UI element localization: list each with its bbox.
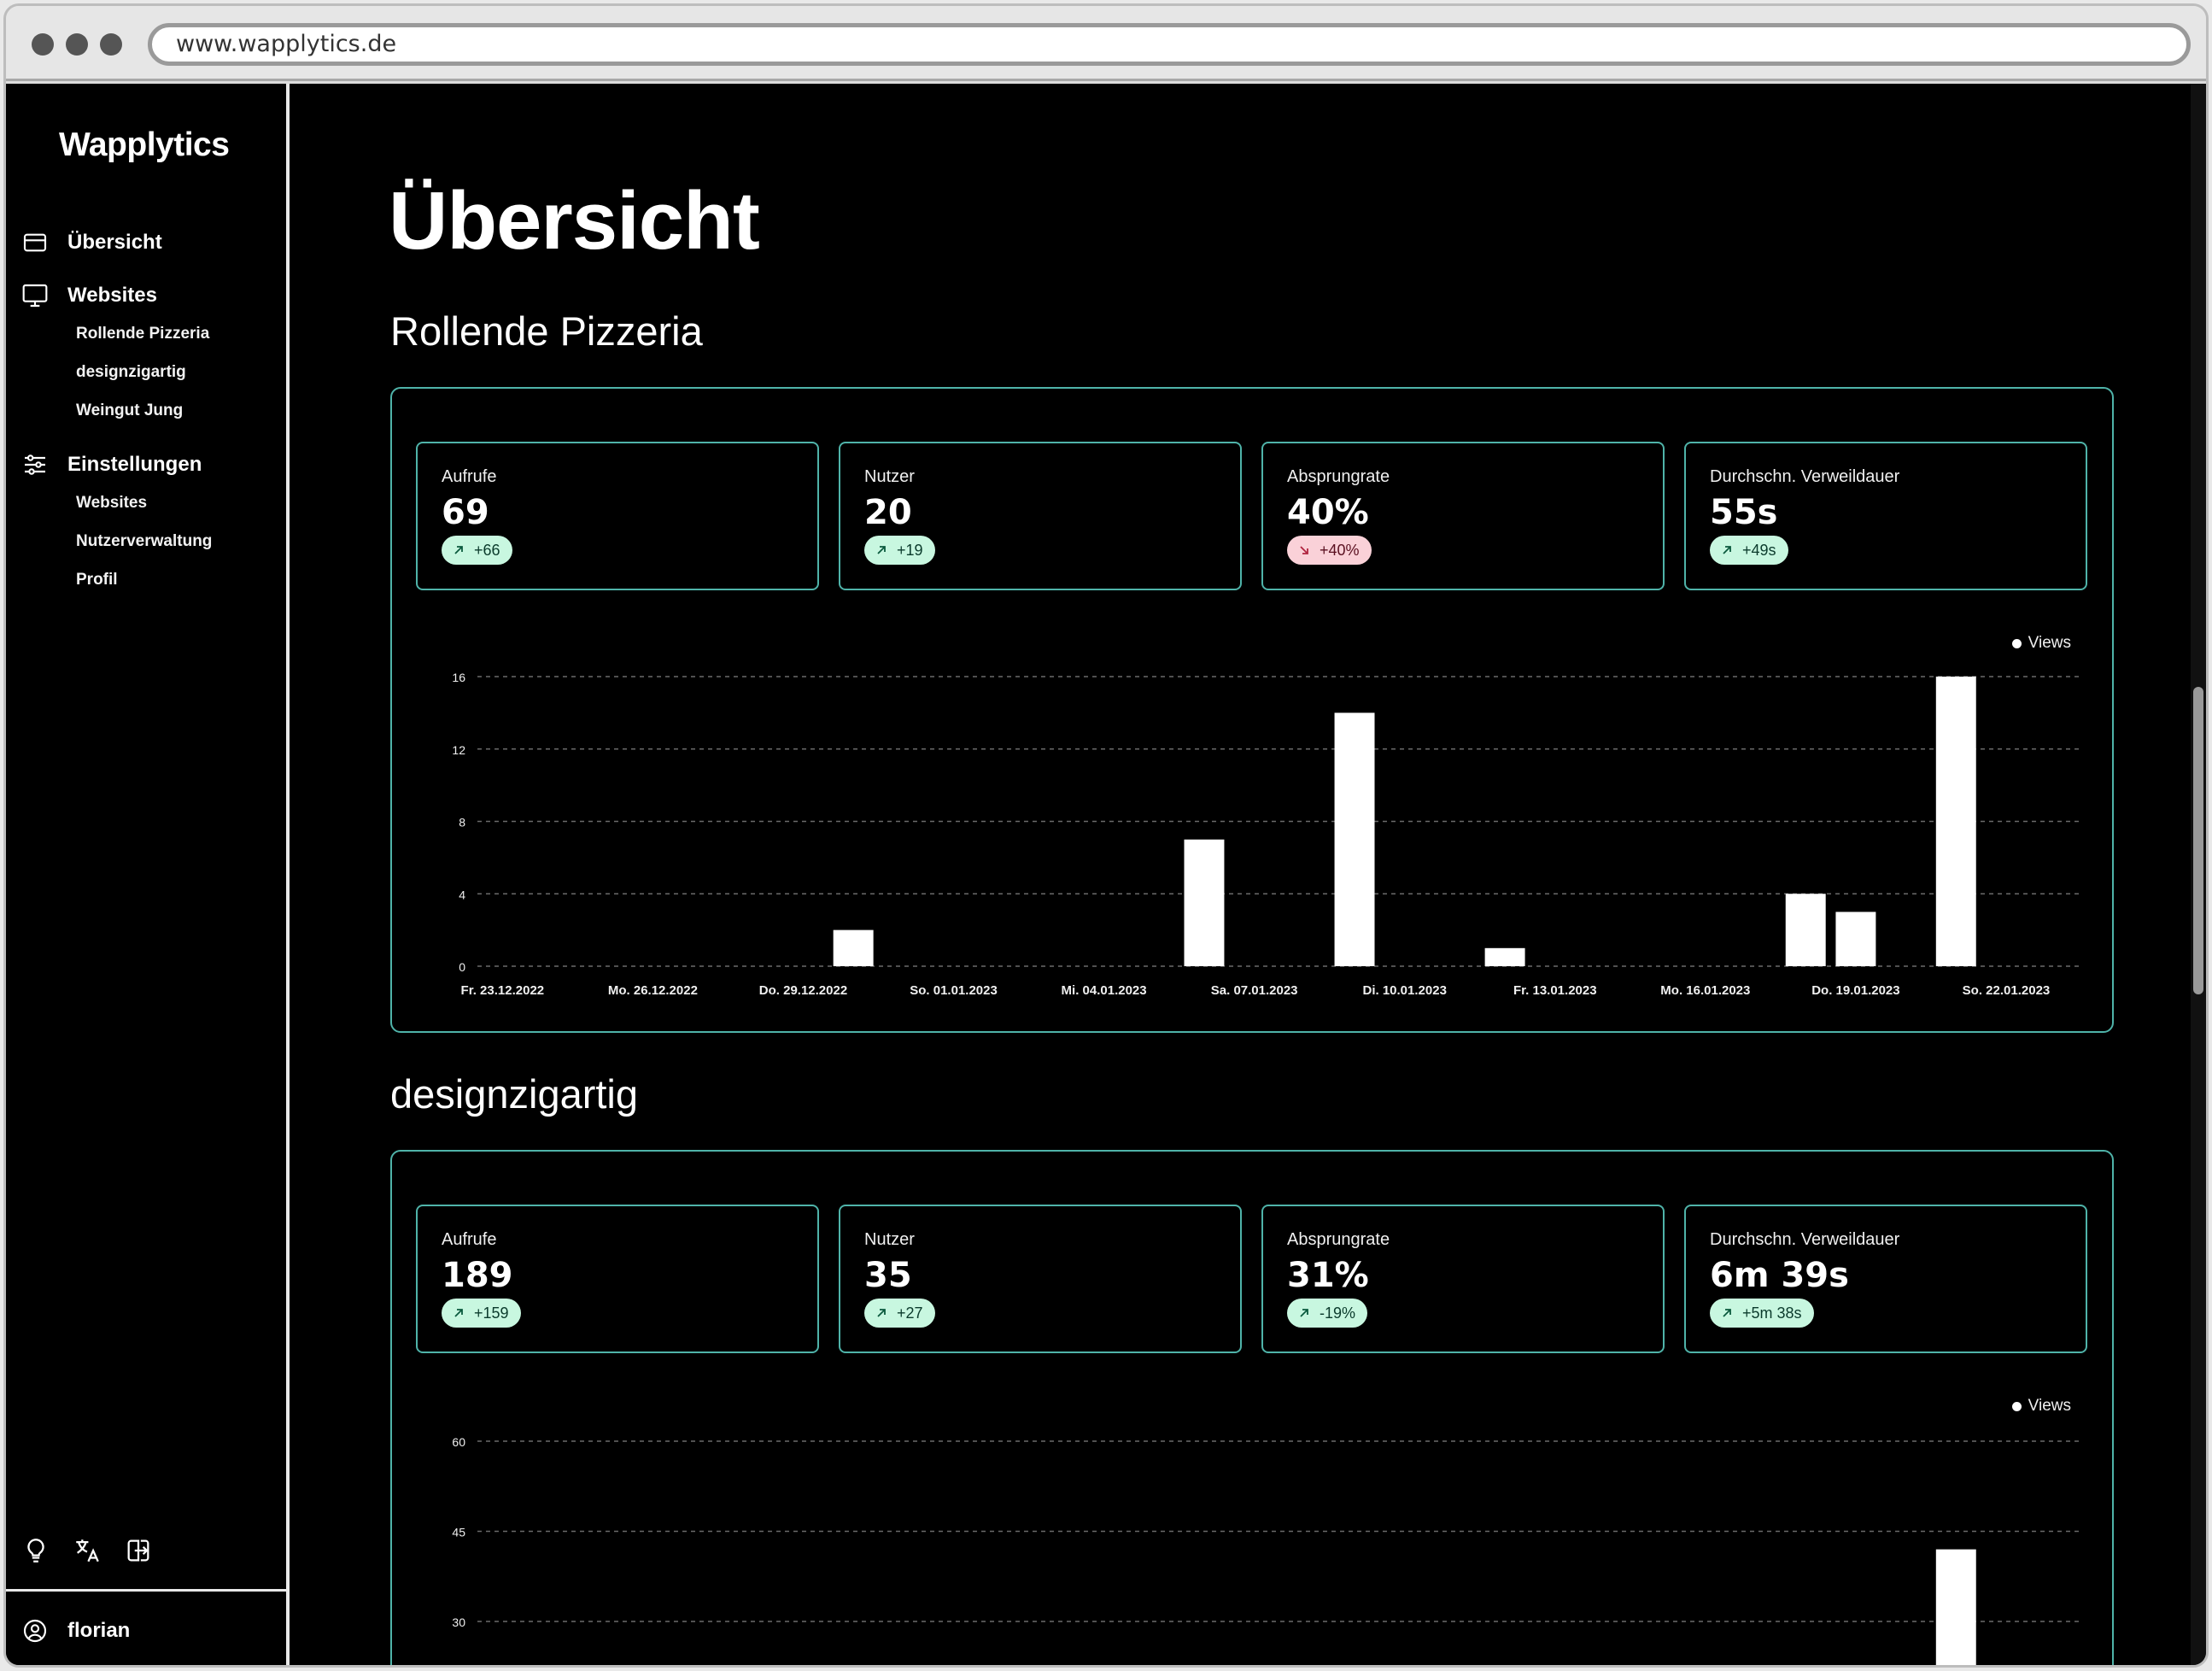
site-title-rollende-pizzeria: Rollende Pizzeria bbox=[390, 308, 703, 354]
x-tick-label: Mo. 26.12.2022 bbox=[608, 983, 698, 998]
lightbulb-icon[interactable] bbox=[21, 1536, 50, 1565]
nav-overview-label: Übersicht bbox=[67, 231, 162, 254]
main-content: Übersicht Rollende Pizzeria Aufrufe 69 +… bbox=[293, 84, 2191, 1665]
nav-item-websites[interactable]: Websites bbox=[21, 282, 157, 309]
x-tick-label: Do. 19.01.2023 bbox=[1811, 983, 1899, 998]
y-tick-label: 8 bbox=[459, 816, 465, 830]
x-tick-label: So. 01.01.2023 bbox=[910, 983, 998, 998]
browser-window: www.wapplytics.de Wapplytics Übersicht W… bbox=[3, 3, 2209, 1668]
inbox-icon bbox=[23, 233, 47, 252]
sidebar-divider bbox=[6, 1589, 286, 1592]
x-tick-label: Fr. 13.01.2023 bbox=[1513, 983, 1597, 998]
y-tick-label: 60 bbox=[452, 1435, 465, 1449]
sidebar-website-designzigartig[interactable]: designzigartig bbox=[76, 363, 186, 382]
nav-websites-label: Websites bbox=[67, 284, 157, 307]
page-scrollbar[interactable] bbox=[2191, 84, 2206, 1665]
x-tick-label: Sa. 07.01.2023 bbox=[1211, 983, 1298, 998]
bar bbox=[1484, 947, 1525, 966]
user-menu[interactable]: florian bbox=[21, 1617, 130, 1645]
sliders-icon bbox=[25, 454, 45, 475]
site-card-rollende-pizzeria: Aufrufe 69 +66 Nutzer 20 +19 Absprungrat… bbox=[390, 387, 2114, 1033]
bar bbox=[1835, 912, 1876, 966]
site-card-designzigartig: Aufrufe 189 +159 Nutzer 35 +27 Absprungr… bbox=[390, 1150, 2114, 1665]
y-tick-label: 12 bbox=[452, 743, 465, 757]
window-maximize-button[interactable] bbox=[100, 33, 122, 56]
user-circle-icon bbox=[23, 1619, 47, 1643]
bar bbox=[1935, 677, 1976, 966]
x-tick-label: Mi. 04.01.2023 bbox=[1062, 983, 1147, 998]
sidebar-settings-profile[interactable]: Profil bbox=[76, 571, 118, 589]
bar bbox=[1935, 1549, 1976, 1665]
site-title-designzigartig: designzigartig bbox=[390, 1071, 639, 1117]
sidebar: Wapplytics Übersicht Websites Rollende P… bbox=[6, 84, 290, 1665]
y-tick-label: 30 bbox=[452, 1615, 465, 1629]
window-minimize-button[interactable] bbox=[66, 33, 88, 56]
nav-settings-label: Einstellungen bbox=[67, 453, 202, 476]
logout-icon[interactable] bbox=[124, 1536, 153, 1565]
sidebar-bottom-actions bbox=[21, 1536, 153, 1565]
sidebar-website-weingut-jung[interactable]: Weingut Jung bbox=[76, 402, 183, 420]
username: florian bbox=[67, 1619, 131, 1642]
y-tick-label: 0 bbox=[459, 960, 465, 974]
bar bbox=[1334, 712, 1375, 966]
window-close-button[interactable] bbox=[32, 33, 54, 56]
x-tick-label: So. 22.01.2023 bbox=[1963, 983, 2051, 998]
x-tick-label: Mo. 16.01.2023 bbox=[1660, 983, 1750, 998]
monitor-icon bbox=[22, 284, 48, 308]
sidebar-settings-websites[interactable]: Websites bbox=[76, 494, 147, 513]
bar bbox=[1785, 894, 1826, 966]
y-tick-label: 4 bbox=[459, 888, 465, 901]
sidebar-website-rollende-pizzeria[interactable]: Rollende Pizzeria bbox=[76, 325, 209, 343]
page-viewport: Wapplytics Übersicht Websites Rollende P… bbox=[6, 84, 2206, 1665]
x-tick-label: Do. 29.12.2022 bbox=[759, 983, 847, 998]
views-bar-chart: 15304560 bbox=[452, 1435, 2081, 1665]
address-bar[interactable]: www.wapplytics.de bbox=[148, 23, 2191, 66]
x-tick-label: Di. 10.01.2023 bbox=[1363, 983, 1447, 998]
sidebar-settings-user-management[interactable]: Nutzerverwaltung bbox=[76, 532, 212, 551]
nav-item-settings[interactable]: Einstellungen bbox=[21, 451, 202, 478]
y-tick-label: 45 bbox=[452, 1526, 465, 1539]
bar bbox=[1184, 839, 1225, 966]
y-tick-label: 16 bbox=[452, 671, 465, 684]
views-bar-chart: 0 4 8 12 16 Fr. 23.12.2022 Mo. 26.12.2022 Do. 2… bbox=[452, 671, 2081, 998]
x-tick-label: Fr. 23.12.2022 bbox=[461, 983, 545, 998]
translate-icon[interactable] bbox=[73, 1536, 102, 1565]
bar bbox=[833, 929, 874, 966]
nav-item-overview[interactable]: Übersicht bbox=[21, 229, 162, 256]
page-title: Übersicht bbox=[389, 175, 760, 267]
browser-toolbar: www.wapplytics.de bbox=[6, 6, 2206, 81]
scrollbar-thumb[interactable] bbox=[2193, 687, 2203, 994]
brand-logo[interactable]: Wapplytics bbox=[59, 126, 230, 164]
